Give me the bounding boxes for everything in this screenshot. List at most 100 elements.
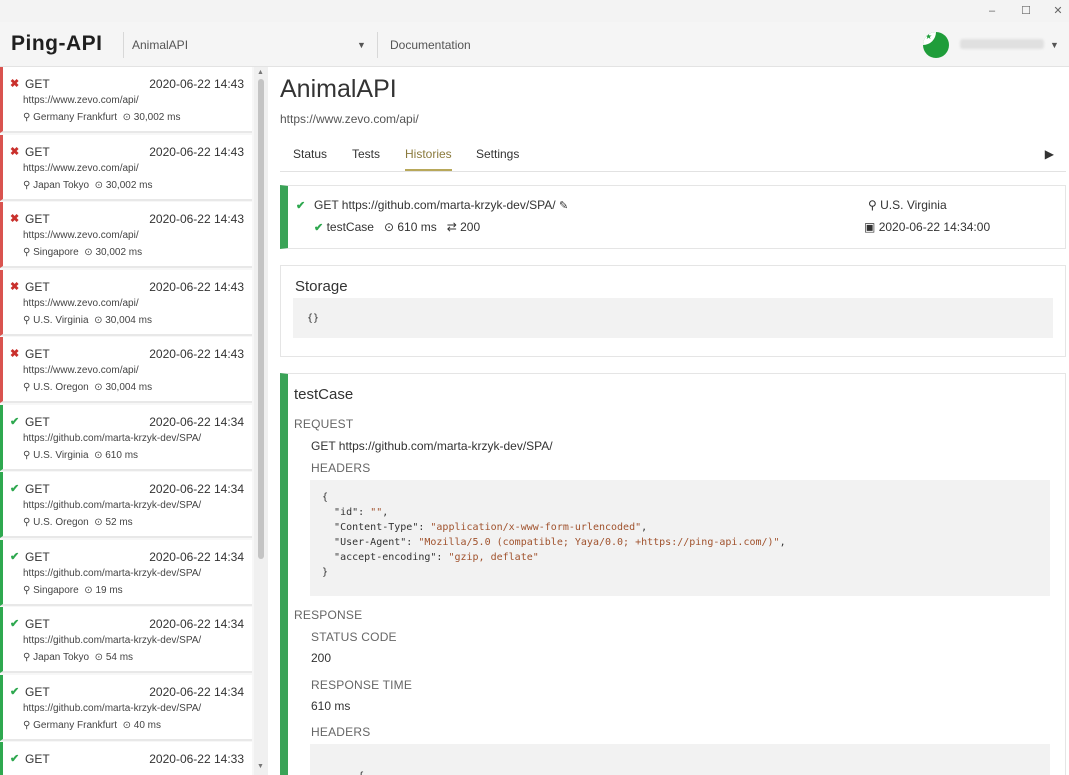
clock-icon: ⊙ (94, 382, 103, 393)
request-line: GET https://github.com/marta-krzyk-dev/S… (311, 439, 553, 453)
app-logo: Ping-API (11, 32, 103, 55)
map-marker-icon: ⚲ (868, 198, 877, 212)
map-marker-icon: ⚲ (23, 720, 31, 731)
run-request-line: GET https://github.com/marta-krzyk-dev/S… (314, 198, 568, 212)
header-key: "User-Agent" (334, 537, 407, 548)
json-open-brace: { (322, 492, 329, 503)
clock-icon: ⊙ (122, 112, 131, 123)
clock-icon: ⊙ (84, 585, 93, 596)
history-method: GET (25, 617, 50, 631)
history-url: https://www.zevo.com/api/ (23, 163, 139, 174)
history-duration: 19 ms (95, 585, 123, 596)
history-meta: ⚲ Singapore ⊙ 30,002 ms (23, 247, 142, 258)
calendar-icon: ▣ (864, 220, 876, 234)
history-timestamp: 2020-06-22 14:43 (149, 145, 244, 159)
tab-histories[interactable]: Histories (405, 147, 452, 171)
history-meta: ⚲ U.S. Oregon ⊙ 30,004 ms (23, 382, 152, 393)
avatar[interactable]: ★ (923, 32, 949, 58)
history-meta: ⚲ Germany Frankfurt ⊙ 30,002 ms (23, 112, 180, 123)
minimize-icon[interactable]: – (980, 2, 1004, 20)
tab-settings[interactable]: Settings (476, 147, 519, 171)
run-duration: 610 ms (397, 220, 437, 234)
response-time-label: RESPONSE TIME (311, 678, 413, 692)
header-key: "accept-encoding" (334, 552, 437, 563)
check-icon: ✔ (10, 416, 20, 428)
status-code-value: 200 (311, 651, 332, 665)
history-item[interactable]: ✖ GET 2020-06-22 14:43 https://www.zevo.com… (0, 67, 252, 133)
history-item[interactable]: ✔ GET 2020-06-22 14:33 (0, 742, 252, 775)
clock-icon: ⊙ (94, 450, 103, 461)
main-panel: AnimalAPI https://www.zevo.com/api/ Stat… (268, 67, 1069, 775)
project-select[interactable]: AnimalAPI ▼ (124, 30, 374, 58)
clock-icon: ⊙ (94, 652, 104, 663)
clock-icon: ⊙ (122, 720, 131, 731)
status-code-label: STATUS CODE (311, 630, 397, 644)
run-date: ▣ 2020-06-22 14:34:00 (864, 220, 990, 234)
history-method: GET (25, 145, 50, 159)
documentation-link[interactable]: Documentation (390, 38, 471, 52)
chevron-down-icon: ▼ (357, 40, 366, 50)
history-url: https://github.com/marta-krzyk-dev/SPA/ (23, 568, 202, 579)
response-headers-open: { (358, 771, 364, 775)
history-item[interactable]: ✔ GET 2020-06-22 14:34 https://github.com/m… (0, 675, 252, 741)
history-location: U.S. Oregon (33, 517, 89, 528)
scrollbar-thumb[interactable] (258, 79, 264, 559)
tab-tests[interactable]: Tests (352, 147, 380, 171)
history-item[interactable]: ✖ GET 2020-06-22 14:43 https://www.zevo.com… (0, 270, 252, 336)
edit-icon[interactable]: ✎ (559, 200, 568, 212)
response-headers-json: { (310, 744, 1050, 775)
history-item[interactable]: ✔ GET 2020-06-22 14:34 https://github.com/m… (0, 472, 252, 538)
history-url: https://github.com/marta-krzyk-dev/SPA/ (23, 500, 202, 511)
map-marker-icon: ⚲ (23, 315, 31, 326)
check-icon: ✔ (314, 222, 324, 234)
history-item[interactable]: ✖ GET 2020-06-22 14:43 https://www.zevo.com… (0, 202, 252, 268)
request-section-label: REQUEST (294, 417, 354, 431)
scroll-down-icon[interactable]: ▼ (257, 763, 264, 770)
clock-icon: ⊙ (94, 517, 103, 528)
history-timestamp: 2020-06-22 14:34 (149, 482, 244, 496)
tab-status[interactable]: Status (293, 147, 327, 171)
history-timestamp: 2020-06-22 14:43 (149, 347, 244, 361)
history-scrollbar[interactable]: ▲ ▼ (254, 67, 268, 775)
user-menu-chevron-icon[interactable]: ▼ (1050, 40, 1059, 50)
history-timestamp: 2020-06-22 14:43 (149, 212, 244, 226)
history-meta: ⚲ U.S. Virginia ⊙ 30,004 ms (23, 315, 152, 326)
error-x-icon: ✖ (10, 281, 20, 293)
map-marker-icon: ⚲ (23, 247, 31, 258)
history-url: https://www.zevo.com/api/ (23, 230, 139, 241)
check-icon: ✔ (10, 483, 20, 495)
clock-icon: ⊙ (383, 220, 394, 234)
history-item[interactable]: ✖ GET 2020-06-22 14:43 https://www.zevo.com… (0, 337, 252, 403)
history-location: Germany Frankfurt (33, 720, 118, 731)
history-item[interactable]: ✔ GET 2020-06-22 14:34 https://github.com/m… (0, 607, 252, 673)
map-marker-icon: ⚲ (23, 180, 31, 191)
clock-icon: ⊙ (84, 247, 93, 258)
exchange-icon: ⇄ (446, 220, 457, 234)
history-url: https://www.zevo.com/api/ (23, 95, 139, 106)
close-icon[interactable]: ✕ (1046, 2, 1069, 20)
history-item[interactable]: ✔ GET 2020-06-22 14:34 https://github.com/m… (0, 405, 252, 471)
history-item[interactable]: ✖ GET 2020-06-22 14:43 https://www.zevo.com… (0, 135, 252, 201)
star-icon: ★ (925, 32, 933, 41)
check-icon: ✔ (10, 753, 20, 765)
history-url: https://github.com/marta-krzyk-dev/SPA/ (23, 703, 202, 714)
run-summary-card: ✔ GET https://github.com/marta-krzyk-dev… (280, 185, 1066, 249)
testcase-card: testCase REQUEST GET https://github.com/… (280, 373, 1066, 775)
history-duration: 40 ms (133, 720, 161, 731)
map-marker-icon: ⚲ (23, 450, 31, 461)
app-header: Ping-API AnimalAPI ▼ Documentation ★ ▼ (0, 22, 1069, 67)
history-duration: 30,004 ms (105, 382, 153, 393)
run-status-code: 200 (460, 220, 481, 234)
history-timestamp: 2020-06-22 14:34 (149, 685, 244, 699)
history-location: Japan Tokyo (33, 652, 90, 663)
header-key: "id" (334, 507, 359, 518)
history-location: U.S. Virginia (33, 315, 89, 326)
history-timestamp: 2020-06-22 14:33 (149, 752, 244, 766)
play-icon[interactable]: ▶ (1045, 147, 1054, 161)
maximize-icon[interactable]: ☐ (1014, 2, 1038, 20)
check-icon: ✔ (10, 686, 20, 698)
history-timestamp: 2020-06-22 14:43 (149, 280, 244, 294)
scroll-up-icon[interactable]: ▲ (257, 69, 264, 76)
history-item[interactable]: ✔ GET 2020-06-22 14:34 https://github.com/m… (0, 540, 252, 606)
user-menu-name-blurred[interactable] (960, 39, 1044, 49)
